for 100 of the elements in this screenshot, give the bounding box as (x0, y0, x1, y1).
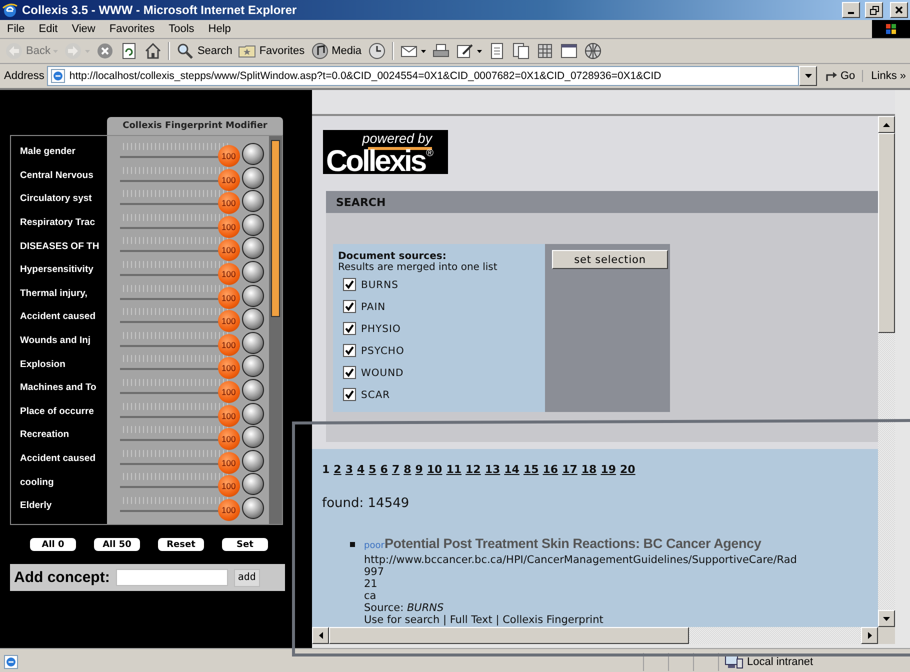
slider-knob[interactable]: 100 (218, 475, 240, 498)
page-link[interactable]: 19 (600, 463, 616, 477)
checkbox[interactable] (343, 322, 356, 334)
slider-knob[interactable]: 100 (218, 380, 240, 403)
slider-track[interactable]: 100 (120, 187, 240, 211)
sphere-button[interactable] (242, 355, 264, 378)
concept-input[interactable] (116, 569, 228, 586)
sphere-button[interactable] (242, 496, 264, 519)
links-button[interactable]: Links » (862, 70, 910, 82)
page-link[interactable]: 11 (446, 463, 462, 477)
sphere-button[interactable] (242, 426, 264, 448)
page-link[interactable]: 8 (404, 463, 412, 477)
sphere-button[interactable] (242, 308, 264, 330)
result-action-link[interactable]: Collexis Fingerprint (502, 614, 604, 626)
page-link[interactable]: 9 (415, 463, 423, 477)
slider-knob[interactable]: 100 (218, 357, 240, 380)
search-button[interactable]: Search (173, 40, 236, 62)
slider-track[interactable]: 100 (120, 352, 240, 376)
page-link[interactable]: 18 (581, 463, 597, 477)
dropdown-button[interactable] (799, 66, 818, 86)
sphere-button[interactable] (242, 284, 264, 307)
menu-item[interactable]: Help (201, 22, 238, 36)
action-button[interactable]: Set (222, 538, 268, 551)
add-button[interactable]: add (234, 568, 260, 586)
sphere-button[interactable] (242, 450, 264, 472)
slider-track[interactable]: 100 (120, 305, 240, 329)
set-selection-button[interactable]: set selection (552, 250, 668, 269)
checkbox[interactable] (343, 388, 356, 400)
checkbox[interactable] (343, 344, 356, 356)
slider-track[interactable]: 100 (120, 234, 240, 258)
result-action-link[interactable]: Use for search (364, 614, 440, 626)
sphere-button[interactable] (242, 190, 264, 212)
slider-track[interactable]: 100 (120, 470, 240, 494)
slider-track[interactable]: 100 (120, 423, 240, 447)
slider-knob[interactable]: 100 (218, 192, 240, 214)
slider-knob[interactable]: 100 (218, 498, 240, 521)
slider-knob[interactable]: 100 (218, 404, 240, 427)
slider-knob[interactable]: 100 (218, 239, 240, 262)
page-link[interactable]: 3 (345, 463, 353, 477)
media-button[interactable]: Media (308, 40, 365, 62)
sphere-button[interactable] (242, 166, 264, 189)
page-link[interactable]: 14 (504, 463, 520, 477)
sphere-button[interactable] (242, 473, 264, 496)
result-action-link[interactable]: Full Text (450, 614, 492, 626)
checkbox[interactable] (343, 300, 356, 312)
sphere-button[interactable] (242, 260, 264, 283)
page-link[interactable]: 13 (484, 463, 500, 477)
favorites-button[interactable]: Favorites (235, 40, 308, 62)
slider-knob[interactable]: 100 (218, 334, 240, 356)
page-link[interactable]: 1 (322, 463, 330, 477)
menu-item[interactable]: Edit (32, 22, 65, 36)
page-link[interactable]: 16 (542, 463, 558, 477)
slider-knob[interactable]: 100 (218, 262, 240, 285)
slider-knob[interactable]: 100 (218, 310, 240, 332)
page-link[interactable]: 17 (562, 463, 578, 477)
page-link[interactable]: 10 (426, 463, 442, 477)
action-button[interactable]: All 50 (94, 538, 140, 551)
action-button[interactable]: All 0 (30, 538, 76, 551)
slider-knob[interactable]: 100 (218, 452, 240, 474)
sphere-button[interactable] (242, 332, 264, 354)
slider-knob[interactable]: 100 (218, 168, 240, 191)
checkbox[interactable] (343, 366, 356, 378)
page-link[interactable]: 6 (380, 463, 388, 477)
page-link[interactable]: 15 (523, 463, 539, 477)
menu-item[interactable]: Tools (162, 22, 202, 36)
slider-knob[interactable]: 100 (218, 286, 240, 309)
page-link[interactable]: 2 (334, 463, 342, 477)
checkbox[interactable] (343, 278, 356, 290)
slider-knob[interactable]: 100 (218, 216, 240, 238)
go-button[interactable]: Go (820, 69, 860, 83)
sphere-button[interactable] (242, 378, 264, 401)
close-button[interactable] (890, 2, 908, 18)
page-link[interactable]: 20 (620, 463, 636, 477)
vertical-scrollbar[interactable] (878, 116, 895, 627)
scroll-right-button[interactable] (861, 627, 878, 644)
sphere-button[interactable] (242, 402, 264, 425)
sphere-button[interactable] (242, 214, 264, 236)
address-field[interactable]: http://localhost/collexis_stepps/www/SplitWindow.asp?t=0.0&CID_0024554=0X1&CID_0007682=0X1&CID_0728936=0X1&CID (47, 66, 800, 86)
result-title-link[interactable]: Potential Post Treatment Skin Reactions: BC Cancer Agency (384, 536, 762, 551)
scroll-up-button[interactable] (878, 116, 895, 133)
page-link[interactable]: 4 (356, 463, 365, 477)
page-link[interactable]: 5 (368, 463, 376, 477)
menu-item[interactable]: File (0, 22, 32, 36)
scroll-down-button[interactable] (878, 610, 895, 627)
sphere-button[interactable] (242, 143, 264, 165)
scrollbar[interactable] (269, 136, 282, 524)
minimize-button[interactable] (842, 2, 860, 18)
horizontal-scrollbar[interactable] (312, 627, 895, 644)
slider-knob[interactable]: 100 (218, 428, 240, 450)
scroll-thumb[interactable] (271, 140, 280, 317)
menu-item[interactable]: Favorites (102, 22, 162, 36)
page-link[interactable]: 7 (392, 463, 400, 477)
slider-knob[interactable]: 100 (218, 145, 240, 167)
page-link[interactable]: 12 (466, 463, 481, 477)
action-button[interactable]: Reset (158, 538, 204, 551)
restore-button[interactable] (865, 2, 883, 18)
sphere-button[interactable] (242, 237, 264, 260)
menu-item[interactable]: View (64, 22, 102, 36)
scroll-left-button[interactable] (312, 627, 329, 644)
slider-track[interactable]: 100 (120, 140, 240, 164)
